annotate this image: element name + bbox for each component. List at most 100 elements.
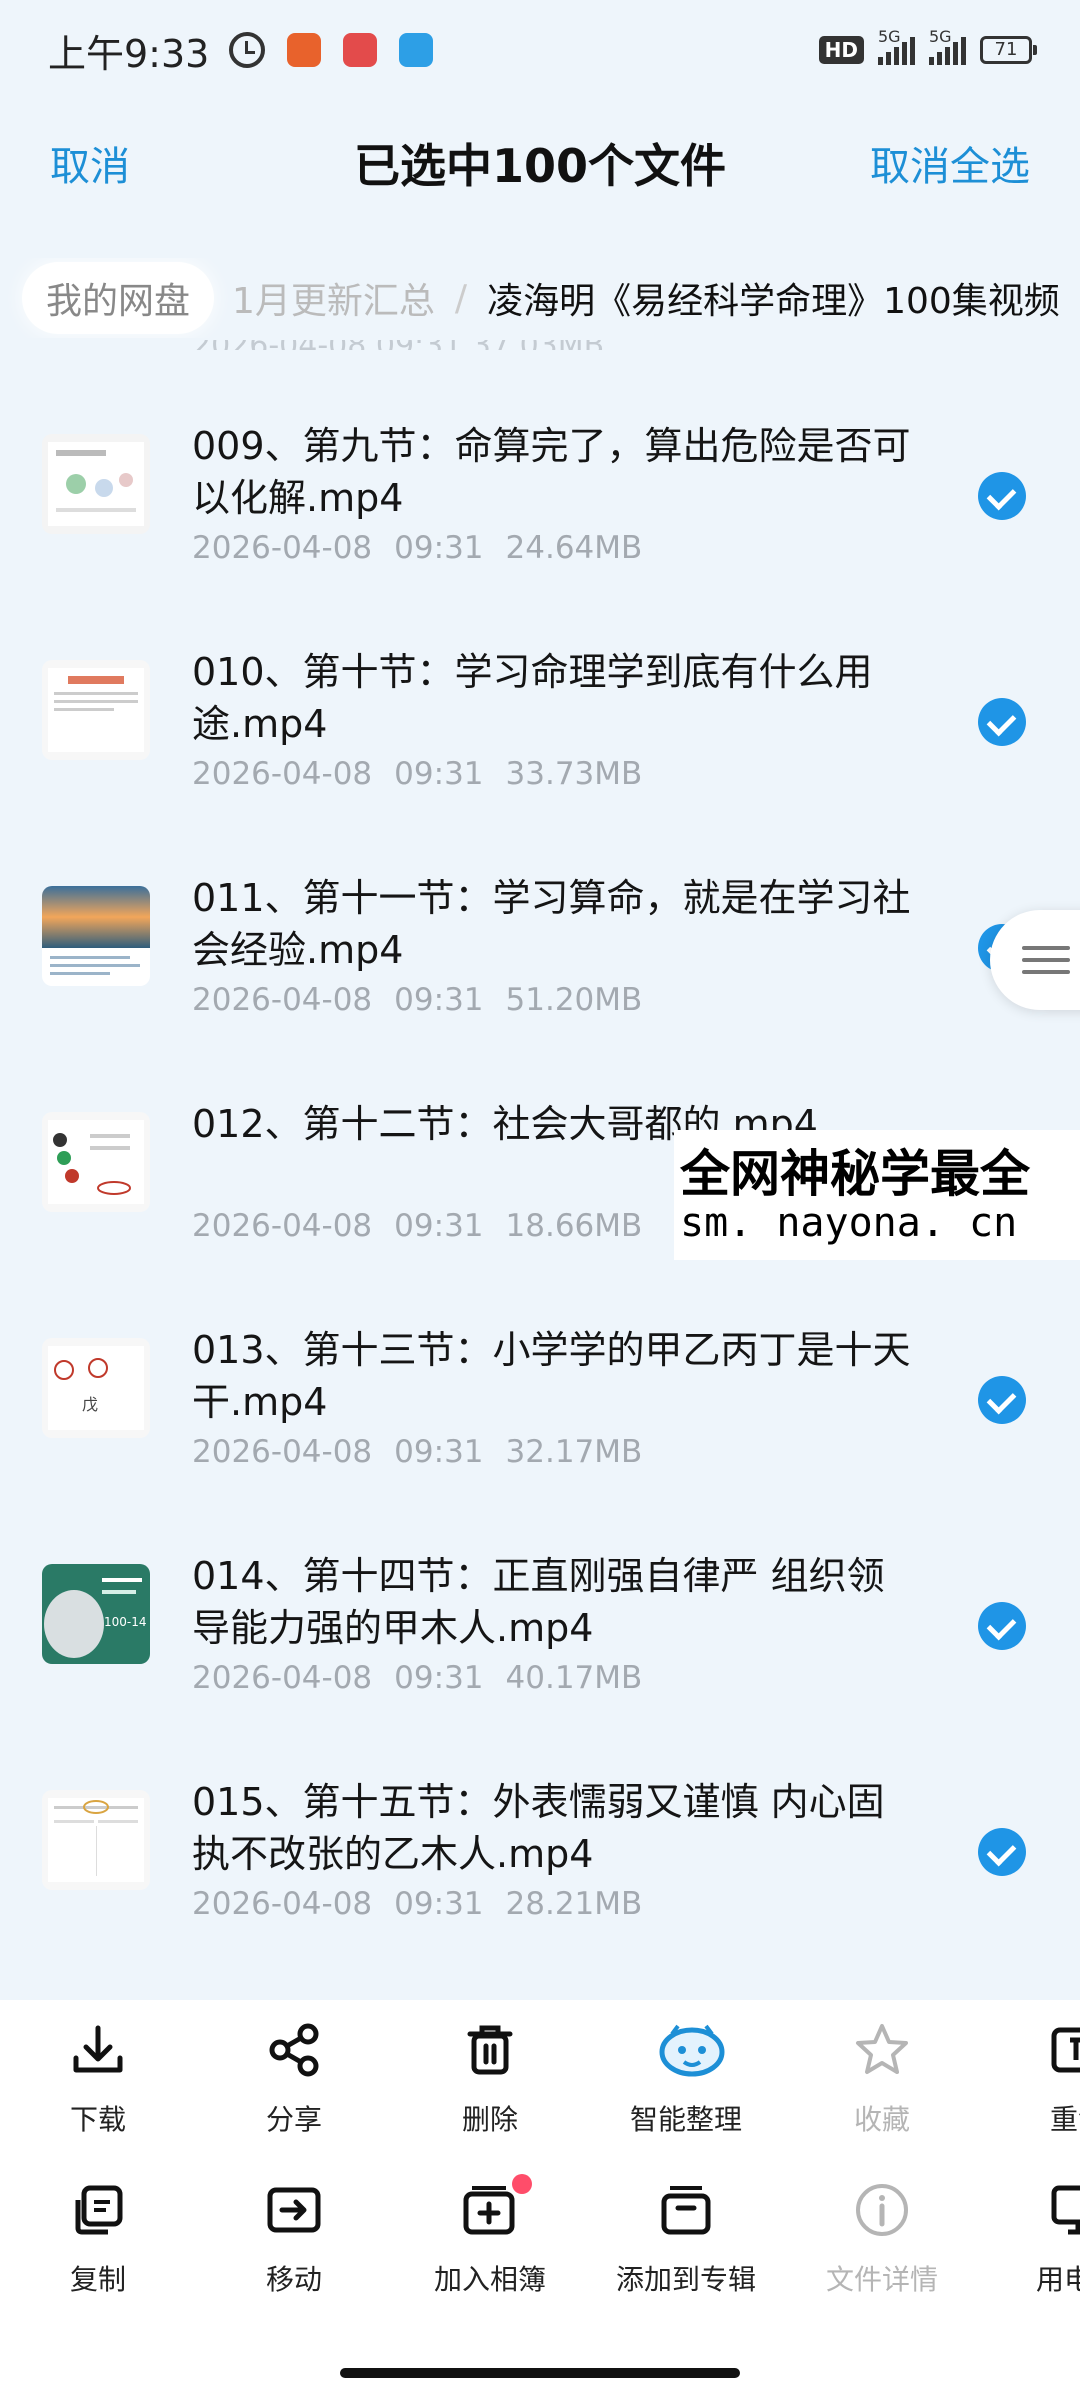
file-meta: 2026-04-08 09:31 28.21MB: [192, 1886, 642, 1922]
file-date: 2026-04-08: [192, 1660, 373, 1696]
file-time: 09:31: [394, 982, 484, 1018]
file-meta: 2026-04-08 09:31 40.17MB: [192, 1660, 642, 1696]
file-name: 015、第十五节：外表懦弱又谨慎 内心固执不改张的乙木人.mp4: [192, 1780, 885, 1876]
file-row[interactable]: 010、第十节：学习命理学到底有什么用途.mp4 2026-04-08 09:31…: [0, 606, 1080, 832]
file-name: 013、第十三节：小学学的甲乙丙丁是十天干.mp4: [192, 1328, 911, 1424]
file-size: 24.64MB: [505, 530, 643, 566]
file-row[interactable]: 戊 013、第十三节：小学学的甲乙丙丁是十天干.mp4 2026-04-08 09…: [0, 1284, 1080, 1510]
checkbox-checked-icon[interactable]: [978, 1828, 1026, 1876]
action-label: 加入相簿: [433, 2263, 546, 2296]
action-label: 文件详情: [825, 2263, 938, 2296]
svg-text:戊: 戊: [82, 1395, 98, 1414]
file-name: 011、第十一节：学习算命，就是在学习社会经验.mp4: [192, 876, 911, 972]
selection-header: 取消 已选中100个文件 取消全选: [0, 110, 1080, 210]
smart-organize-button[interactable]: 智能整理: [588, 2020, 784, 2138]
checkbox-checked-icon[interactable]: [978, 1376, 1026, 1424]
breadcrumb-current: 凌海明《易经科学命理》100集视频: [487, 281, 1060, 322]
status-bar: 上午9:33 HD 5G 5G 71: [0, 0, 1080, 100]
file-date: 2026-04-08: [192, 1886, 373, 1922]
file-date: 2026-04-08: [192, 756, 373, 792]
move-button[interactable]: 移动: [196, 2180, 392, 2298]
file-time: 09:31: [394, 1660, 484, 1696]
copy-icon: [68, 2180, 128, 2240]
open-on-computer-button[interactable]: 用电脑: [980, 2180, 1080, 2298]
status-icons-right: HD 5G 5G 71: [818, 27, 1037, 65]
add-album-button[interactable]: 加入相簿: [392, 2174, 588, 2298]
breadcrumb-separator: /: [454, 277, 468, 319]
file-date: 2026-04-08: [192, 982, 373, 1018]
video-thumbnail: [42, 434, 150, 534]
file-row[interactable]: 011、第十一节：学习算命，就是在学习社会经验.mp4 2026-04-08 09…: [0, 832, 1080, 1058]
file-details-button[interactable]: 文件详情: [784, 2180, 980, 2298]
file-name: 014、第十四节：正直刚强自律严 组织领导能力强的甲木人.mp4: [192, 1554, 885, 1650]
file-time: 09:31: [394, 1434, 484, 1470]
breadcrumb-root[interactable]: 我的网盘: [22, 262, 215, 334]
app-notification-icon: [343, 33, 378, 67]
file-time: 09:31: [394, 756, 484, 792]
add-to-collection-button[interactable]: 添加到专辑: [588, 2180, 784, 2298]
favorite-button[interactable]: 收藏: [784, 2020, 980, 2138]
file-time: 09:31: [394, 1208, 484, 1244]
file-date: 2026-04-08: [192, 1434, 373, 1470]
breadcrumb-parent[interactable]: 1月更新汇总: [232, 272, 435, 324]
file-row[interactable]: 009、第九节：命算完了，算出危险是否可以化解.mp4 2026-04-08 09…: [0, 380, 1080, 606]
deselect-all-button[interactable]: 取消全选: [870, 134, 1030, 192]
action-panel: 下载 分享 删除 智能整理 收藏 重 复制 移动 加入相簿 添加到专辑 文件详情…: [0, 2000, 1080, 2400]
move-icon: [264, 2180, 324, 2240]
file-row[interactable]: 015、第十五节：外表懦弱又谨慎 内心固执不改张的乙木人.mp4 2026-04…: [0, 1736, 1080, 1962]
file-meta: 2026-04-08 09:31 33.73MB: [192, 756, 642, 792]
watermark-url: sm. nayona. cn: [680, 1200, 1018, 1246]
file-meta: 2026-04-08 09:31 32.17MB: [192, 1434, 642, 1470]
file-name: 009、第九节：命算完了，算出危险是否可以化解.mp4: [192, 424, 911, 520]
app-notification-icon: [399, 33, 434, 67]
action-label: 收藏: [853, 2103, 910, 2136]
download-icon: [68, 2020, 128, 2080]
action-label: 移动: [265, 2263, 322, 2296]
alarm-icon: [229, 32, 266, 68]
smart-organize-icon: [656, 2020, 725, 2080]
checkbox-checked-icon[interactable]: [978, 472, 1026, 520]
file-time: 09:31: [394, 530, 484, 566]
file-size: 40.17MB: [505, 1660, 643, 1696]
video-thumbnail: [42, 1112, 150, 1212]
action-label: 分享: [265, 2103, 322, 2136]
signal-icon: 5G: [929, 27, 966, 65]
app-notification-icon: [287, 33, 322, 67]
rename-icon: [1048, 2020, 1080, 2080]
delete-button[interactable]: 删除: [392, 2020, 588, 2138]
side-menu-handle[interactable]: [990, 910, 1080, 1010]
video-thumbnail: [42, 1790, 150, 1890]
action-row: 下载 分享 删除 智能整理 收藏 重: [0, 2020, 1080, 2170]
breadcrumb: 我的网盘 1月更新汇总 / 凌海明《易经科学命理》100集视频: [0, 258, 1080, 338]
status-time: 上午9:33: [48, 31, 210, 76]
battery-icon: 71: [980, 36, 1037, 64]
video-thumbnail: 100-14: [42, 1564, 150, 1664]
add-collection-icon: [656, 2180, 716, 2240]
rename-button[interactable]: 重命: [980, 2020, 1080, 2138]
checkbox-checked-icon[interactable]: [978, 698, 1026, 746]
file-name: 010、第十节：学习命理学到底有什么用途.mp4: [192, 650, 873, 746]
checkbox-checked-icon[interactable]: [978, 1602, 1026, 1650]
file-time: 09:31: [394, 1886, 484, 1922]
file-meta: 2026-04-08 09:31 51.20MB: [192, 982, 642, 1018]
signal-icon: 5G: [878, 27, 915, 65]
notification-dot: [512, 2174, 532, 2194]
watermark-overlay: 全网神秘学最全 sm. nayona. cn: [674, 1130, 1080, 1260]
file-row[interactable]: 100-14 014、第十四节：正直刚强自律严 组织领导能力强的甲木人.mp4 …: [0, 1510, 1080, 1736]
computer-icon: [1048, 2180, 1080, 2240]
action-row: 复制 移动 加入相簿 添加到专辑 文件详情 用电: [0, 2174, 1080, 2330]
hd-icon: HD: [818, 36, 864, 64]
partial-file-meta: 2026-04-08 09:31 37.03MB: [192, 340, 604, 350]
copy-button[interactable]: 复制: [0, 2180, 196, 2298]
video-thumbnail: [42, 886, 150, 986]
file-size: 18.66MB: [505, 1208, 643, 1244]
file-size: 28.21MB: [505, 1886, 643, 1922]
action-label: 下载: [69, 2103, 126, 2136]
download-button[interactable]: 下载: [0, 2020, 196, 2138]
action-label: 复制: [69, 2263, 126, 2296]
home-indicator[interactable]: [340, 2368, 740, 2378]
add-album-icon: [460, 2174, 532, 2240]
action-label: 重命: [1049, 2103, 1080, 2136]
share-button[interactable]: 分享: [196, 2020, 392, 2138]
trash-icon: [460, 2020, 520, 2080]
